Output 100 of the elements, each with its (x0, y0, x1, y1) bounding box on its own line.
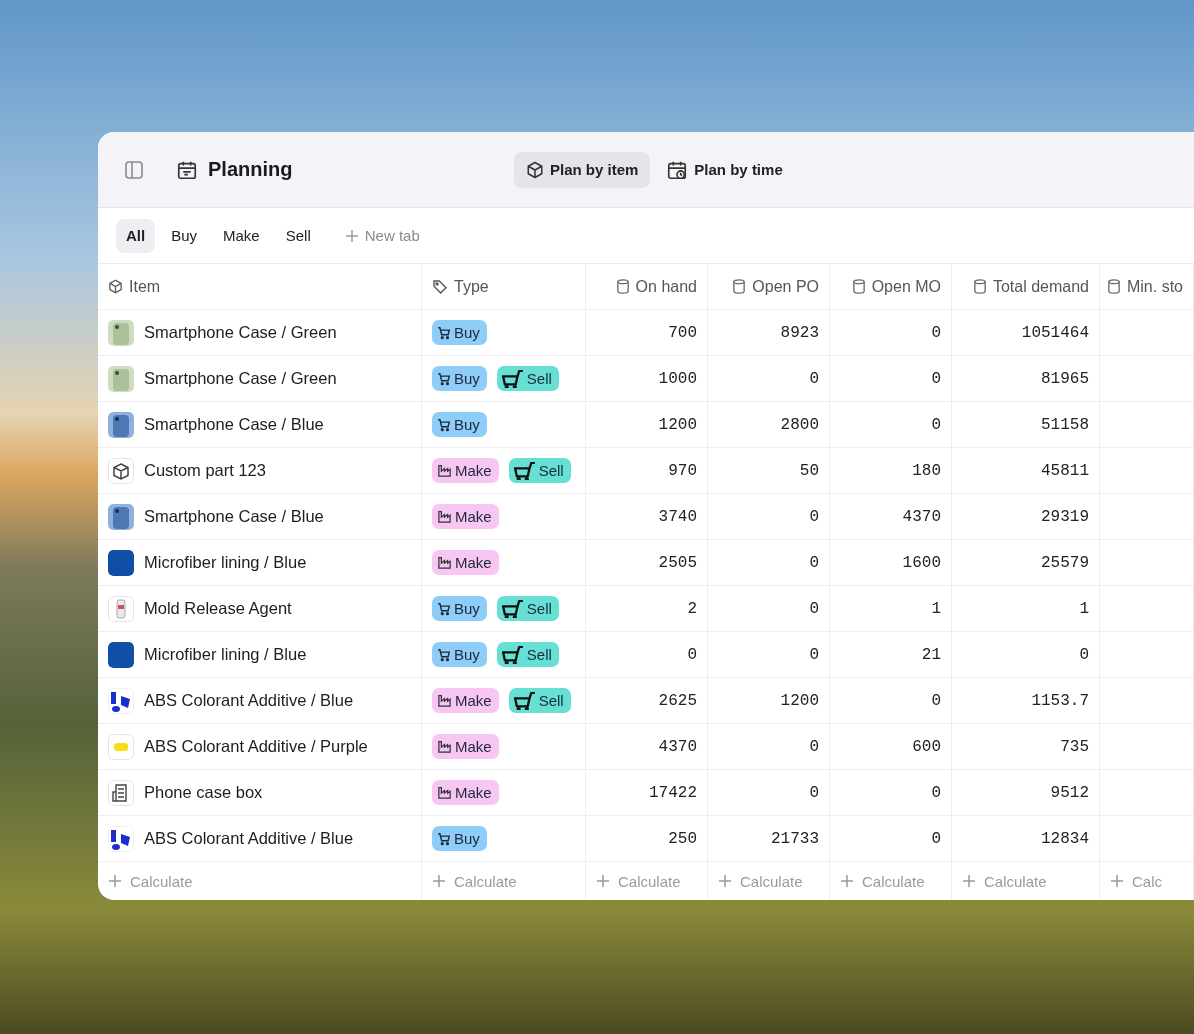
number-cell: 0 (809, 783, 819, 802)
factory-icon (437, 463, 452, 478)
view-button[interactable]: Plan by time (654, 151, 795, 188)
number-cell: 2505 (658, 553, 697, 572)
column-header[interactable]: Open MO (851, 277, 941, 296)
cart-icon (437, 647, 451, 662)
cart-icon (513, 461, 536, 480)
tab[interactable]: Sell (275, 218, 321, 253)
cube-icon (526, 160, 544, 179)
number-cell: 9512 (1050, 783, 1089, 802)
item-name: Microfiber lining / Blue (144, 553, 307, 572)
number-cell: 21733 (771, 829, 819, 848)
column-header[interactable]: Type (432, 277, 489, 296)
page-title: Planning (208, 158, 293, 181)
type-tag: Buy (432, 642, 487, 667)
item-name: ABS Colorant Additive / Purple (144, 737, 368, 756)
item-name: Smartphone Case / Blue (144, 507, 324, 526)
database-icon (851, 279, 866, 294)
phone-case-thumbnail (108, 503, 134, 530)
plus-icon (344, 228, 359, 243)
number-cell: 250 (668, 829, 697, 848)
number-cell: 0 (931, 369, 941, 388)
database-icon (972, 279, 987, 294)
plus-icon (718, 874, 732, 888)
pellets-thumbnail (108, 687, 134, 714)
number-cell: 0 (809, 369, 819, 388)
type-tag: Make (432, 734, 499, 759)
number-cell: 700 (668, 323, 697, 342)
column-header[interactable]: Item (108, 277, 161, 296)
type-tag: Sell (496, 366, 559, 391)
fabric-thumbnail (108, 641, 134, 668)
number-cell: 51158 (1041, 415, 1089, 434)
cart-icon (437, 831, 451, 846)
number-cell: 3740 (658, 507, 697, 526)
plus-icon (596, 874, 610, 888)
cart-icon (437, 601, 451, 616)
number-cell: 81965 (1041, 369, 1089, 388)
new-tab-button[interactable]: New tab (338, 226, 426, 245)
number-cell: 1200 (658, 415, 697, 434)
cart-icon (501, 645, 524, 664)
phone-case-thumbnail (108, 411, 134, 438)
tab[interactable]: Buy (161, 218, 208, 253)
type-tag: Make (432, 688, 499, 713)
number-cell: 1153.7 (1031, 691, 1089, 710)
number-cell: 1051464 (1021, 323, 1089, 342)
tab[interactable]: All (116, 218, 156, 253)
number-cell: 2 (687, 599, 697, 618)
type-tag: Sell (508, 688, 571, 713)
number-cell: 0 (931, 691, 941, 710)
plus-icon (840, 874, 854, 888)
plus-icon (108, 874, 122, 888)
number-cell: 180 (912, 461, 941, 480)
type-tag: Buy (432, 412, 487, 437)
number-cell: 1 (1079, 599, 1089, 618)
factory-icon (437, 785, 452, 800)
column-header[interactable]: On hand (615, 277, 697, 296)
factory-icon (437, 509, 452, 524)
number-cell: 0 (809, 645, 819, 664)
cart-icon (437, 325, 451, 340)
number-cell: 25579 (1041, 553, 1089, 572)
type-tag: Make (432, 550, 499, 575)
number-cell: 45811 (1041, 461, 1089, 480)
tab[interactable]: Make (213, 218, 270, 253)
number-cell: 21 (921, 645, 941, 664)
number-cell: 2800 (780, 415, 819, 434)
pellets-thumbnail (108, 825, 134, 852)
bottle-thumbnail (108, 595, 134, 622)
number-cell: 735 (1060, 737, 1089, 756)
plus-icon (1110, 874, 1124, 888)
type-tag: Buy (432, 366, 487, 391)
column-header[interactable]: Open PO (732, 277, 819, 296)
plus-icon (432, 874, 446, 888)
number-cell: 0 (1079, 645, 1089, 664)
type-tag: Make (432, 458, 499, 483)
number-cell: 0 (809, 507, 819, 526)
cart-icon (437, 371, 451, 386)
number-cell: 12834 (1041, 829, 1089, 848)
number-cell: 29319 (1041, 507, 1089, 526)
cart-icon (513, 691, 536, 710)
factory-icon (437, 739, 452, 754)
item-name: ABS Colorant Additive / Blue (144, 691, 354, 710)
tag-icon (432, 278, 448, 295)
item-name: Phone case box (144, 783, 263, 802)
phone-case-thumbnail (108, 365, 134, 392)
type-tag: Buy (432, 596, 487, 621)
number-cell: 2625 (658, 691, 697, 710)
view-button[interactable]: Plan by item (514, 151, 651, 188)
type-tag: Make (432, 504, 499, 529)
number-cell: 1200 (780, 691, 819, 710)
number-cell: 0 (931, 323, 941, 342)
column-header[interactable]: Min. sto (1107, 277, 1183, 296)
item-name: Smartphone Case / Green (144, 323, 337, 342)
number-cell: 0 (931, 829, 941, 848)
item-name: Smartphone Case / Green (144, 369, 337, 388)
item-name: Custom part 123 (144, 461, 266, 480)
plus-icon (962, 874, 976, 888)
cart-icon (437, 417, 451, 432)
cube-thumbnail (108, 457, 134, 484)
column-header[interactable]: Total demand (972, 277, 1089, 296)
cart-icon (501, 599, 524, 618)
